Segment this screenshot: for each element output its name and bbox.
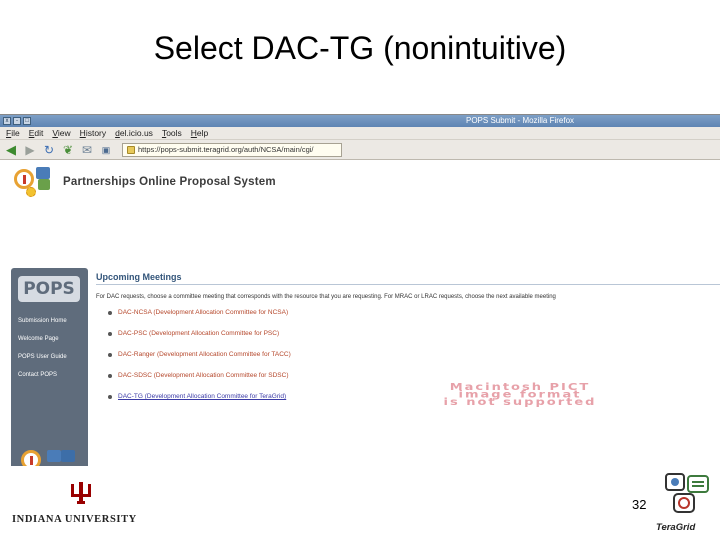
- reload-icon[interactable]: ↻: [42, 143, 56, 157]
- sidebar-link-user-guide[interactable]: POPS User Guide: [18, 354, 67, 360]
- bookmark-leaf-icon[interactable]: ❦: [61, 143, 75, 157]
- slide-title: Select DAC-TG (nonintuitive): [153, 30, 567, 66]
- menu-file[interactable]: File: [6, 128, 20, 138]
- iu-wordmark: INDIANA UNIVERSITY: [12, 514, 137, 525]
- unsupported-message-line: is not supported: [443, 396, 597, 408]
- unsupported-image-message: Macintosh PICT image format is not suppo…: [340, 382, 700, 408]
- window-title: POPS Submit - Mozilla Firefox: [465, 116, 575, 125]
- bullet-icon: [108, 352, 112, 357]
- back-arrow-icon[interactable]: ◀: [4, 143, 18, 157]
- pops-header-title: Partnerships Online Proposal System: [63, 176, 276, 188]
- web-page: Partnerships Online Proposal System POPS…: [0, 160, 720, 466]
- email-icon[interactable]: ✉: [80, 143, 94, 157]
- bullet-icon: [108, 331, 112, 336]
- teragrid-logo: TeraGrid: [656, 470, 718, 538]
- browser-window: x - □ POPS Submit - Mozilla Firefox File…: [0, 114, 720, 466]
- sidebar-pops-logo: POPS: [18, 276, 80, 302]
- meeting-item-dac-ncsa[interactable]: DAC-NCSA (Development Allocation Committ…: [108, 309, 720, 316]
- meetings-heading: Upcoming Meetings: [96, 272, 720, 285]
- pops-header: Partnerships Online Proposal System: [12, 164, 276, 200]
- sidebar-link-welcome-page[interactable]: Welcome Page: [18, 336, 59, 342]
- sidebar: POPS Submission Home Welcome Page POPS U…: [11, 268, 88, 466]
- meeting-item-dac-sdsc[interactable]: DAC-SDSC (Development Allocation Committ…: [108, 372, 720, 379]
- teragrid-icon: [665, 473, 709, 513]
- menu-help[interactable]: Help: [191, 128, 208, 138]
- meeting-item-dac-ranger[interactable]: DAC-Ranger (Development Allocation Commi…: [108, 351, 720, 358]
- sidebar-link-contact[interactable]: Contact POPS: [18, 372, 57, 378]
- menu-delicious[interactable]: del.icio.us: [115, 128, 153, 138]
- indiana-university-logo: INDIANA UNIVERSITY: [12, 480, 152, 530]
- menu-edit[interactable]: Edit: [29, 128, 44, 138]
- sidebar-partners-logo-icon: [21, 448, 81, 466]
- iu-trident-icon: [71, 482, 91, 504]
- sidebar-link-submission-home[interactable]: Submission Home: [18, 318, 67, 324]
- tag-icon[interactable]: ▣: [99, 143, 113, 157]
- lock-icon: [127, 145, 135, 154]
- bullet-icon: [108, 373, 112, 378]
- window-titlebar: x - □ POPS Submit - Mozilla Firefox: [0, 115, 720, 127]
- teragrid-wordmark: TeraGrid: [656, 522, 696, 533]
- menu-view[interactable]: View: [52, 128, 70, 138]
- menu-tools[interactable]: Tools: [162, 128, 182, 138]
- url-text: https://pops-submit.teragrid.org/auth/NC…: [138, 144, 314, 154]
- menu-history[interactable]: History: [80, 128, 106, 138]
- page-number: 32: [632, 497, 647, 512]
- partners-logo-icon: [12, 165, 60, 199]
- menu-bar: File Edit View History del.icio.us Tools…: [0, 127, 720, 140]
- slide: Select DAC-TG (nonintuitive) x - □ POPS …: [0, 0, 720, 540]
- navigation-toolbar: ◀ ▶ ↻ ❦ ✉ ▣ https://pops-submit.teragrid…: [0, 140, 720, 160]
- forward-arrow-icon[interactable]: ▶: [23, 143, 37, 157]
- meetings-intro: For DAC requests, choose a committee mee…: [96, 294, 556, 300]
- address-bar[interactable]: https://pops-submit.teragrid.org/auth/NC…: [122, 142, 342, 157]
- meeting-item-dac-psc[interactable]: DAC-PSC (Development Allocation Committe…: [108, 330, 720, 337]
- bullet-icon: [108, 394, 112, 399]
- bullet-icon: [108, 310, 112, 315]
